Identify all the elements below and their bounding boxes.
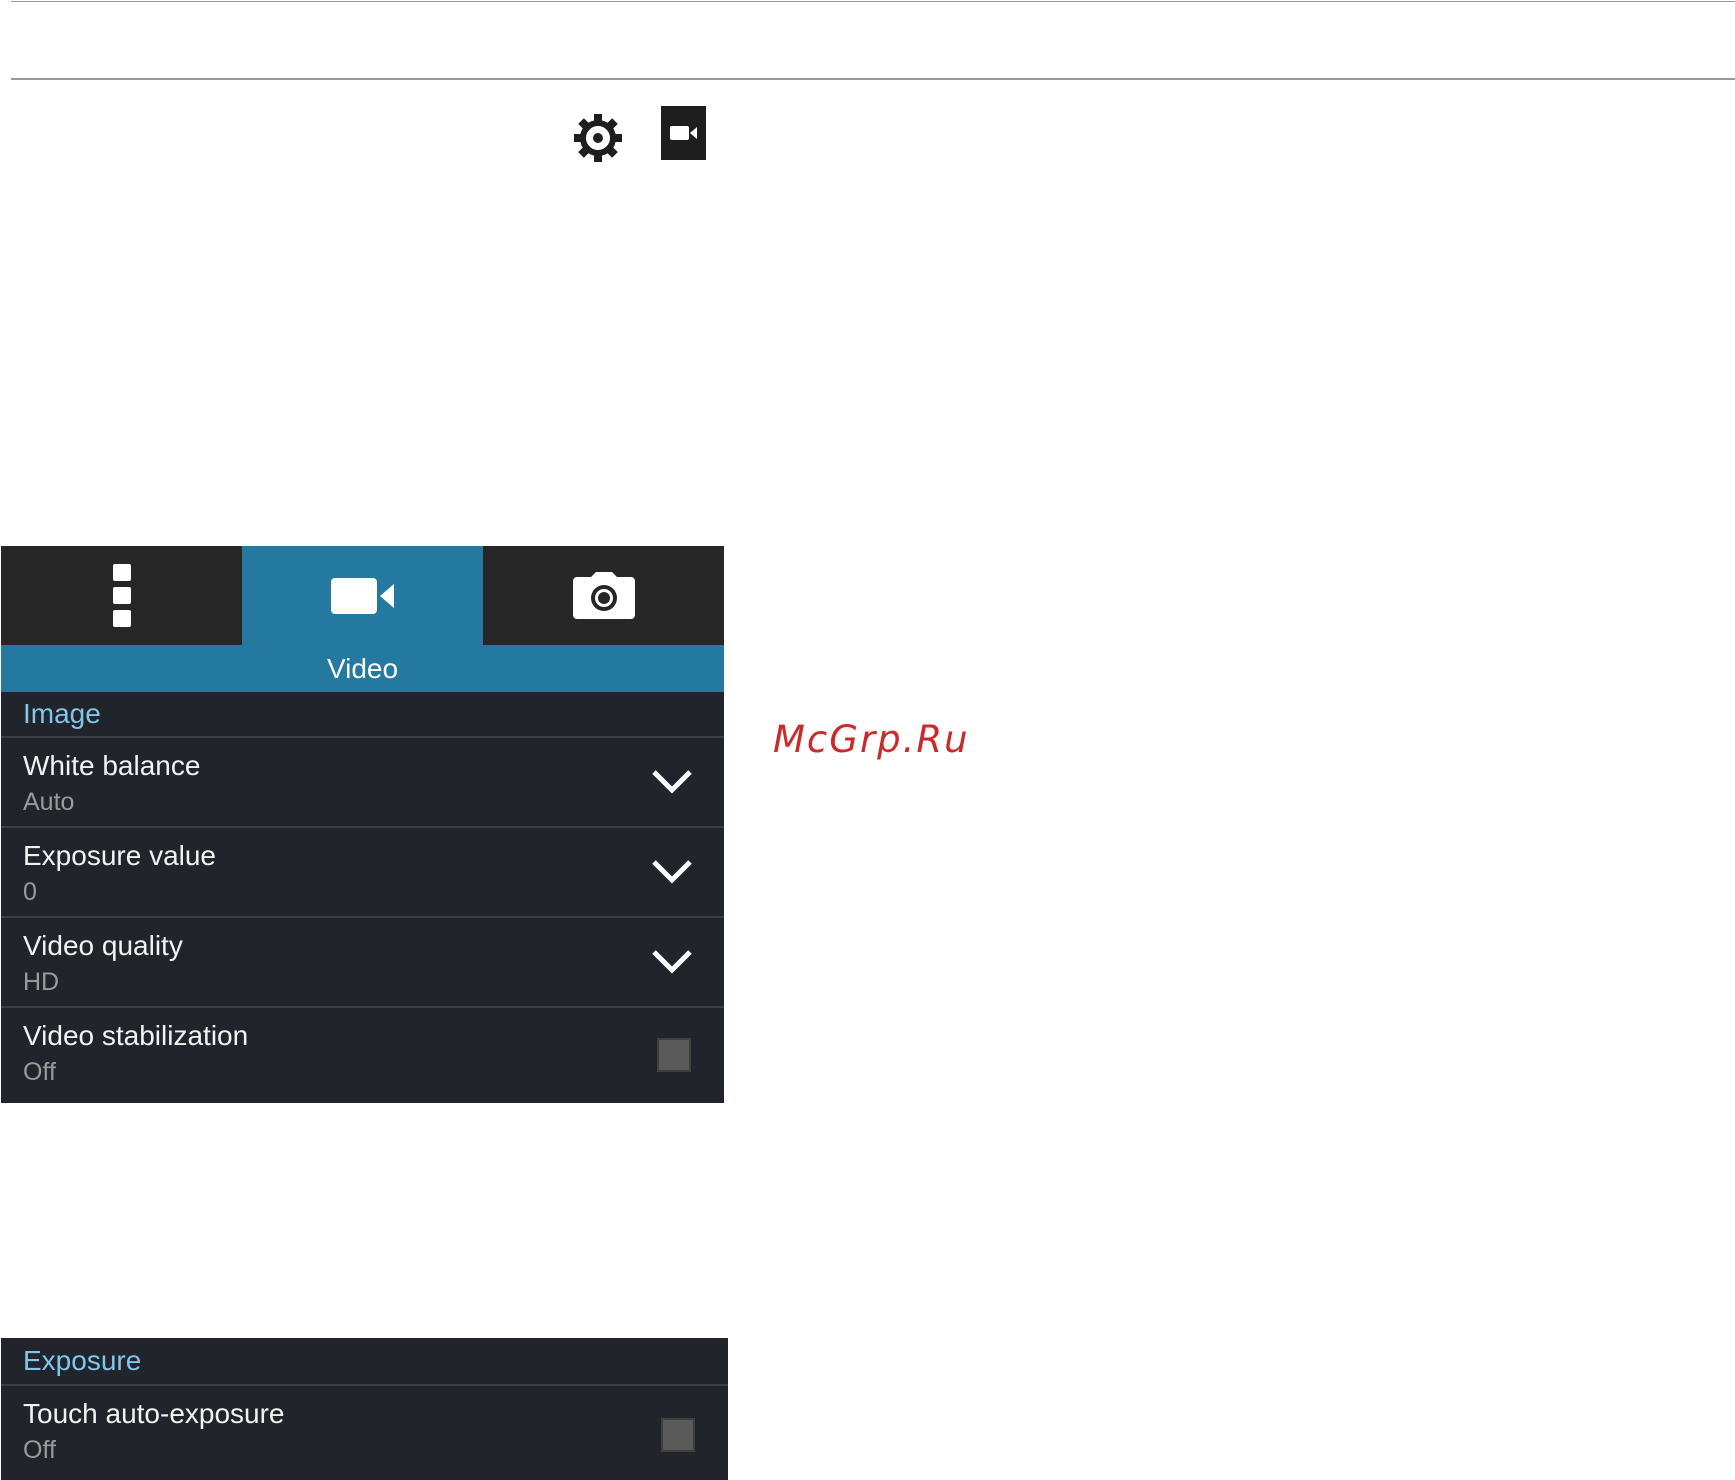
setting-label: Video quality — [23, 930, 183, 961]
top-rule — [11, 1, 1735, 2]
white-balance-row[interactable]: White balance Auto — [1, 738, 724, 828]
settings-tab-bar — [1, 546, 724, 645]
chevron-down-icon[interactable] — [650, 856, 694, 886]
vertical-dots-icon — [112, 563, 131, 627]
setting-label: White balance — [23, 750, 201, 781]
mode-title: Video — [1, 645, 724, 692]
camera-icon — [572, 571, 635, 619]
gear-icon — [574, 114, 622, 162]
setting-value: Auto — [23, 788, 75, 816]
setting-label: Video stabilization — [23, 1020, 249, 1051]
setting-value: Off — [23, 1058, 56, 1086]
video-camera-icon — [669, 126, 697, 140]
header-rule — [11, 78, 1735, 80]
setting-value: 0 — [23, 878, 37, 906]
camera-settings-panel: Video Image White balance Auto Exposure … — [1, 546, 724, 1103]
section-header-image: Image — [1, 692, 724, 738]
setting-label: Exposure value — [23, 840, 217, 871]
exposure-settings-panel: Exposure Touch auto-exposure Off — [1, 1338, 728, 1480]
video-mode-icon — [661, 106, 706, 160]
touch-auto-exposure-row[interactable]: Touch auto-exposure Off — [1, 1386, 728, 1480]
video-stabilization-row[interactable]: Video stabilization Off — [1, 1008, 724, 1098]
chevron-down-icon[interactable] — [650, 766, 694, 796]
video-stabilization-checkbox[interactable] — [657, 1038, 691, 1072]
setting-value: Off — [23, 1436, 56, 1464]
tab-video[interactable] — [242, 546, 483, 645]
tab-photo[interactable] — [483, 546, 724, 645]
chevron-down-icon[interactable] — [650, 946, 694, 976]
section-header-exposure: Exposure — [1, 1338, 728, 1386]
video-camera-icon — [330, 577, 394, 614]
watermark: McGrp.Ru — [773, 718, 970, 761]
setting-label: Touch auto-exposure — [23, 1398, 285, 1429]
touch-auto-exposure-checkbox[interactable] — [661, 1418, 695, 1452]
setting-value: HD — [23, 968, 60, 996]
exposure-value-row[interactable]: Exposure value 0 — [1, 828, 724, 918]
tab-more[interactable] — [1, 546, 242, 645]
video-quality-row[interactable]: Video quality HD — [1, 918, 724, 1008]
